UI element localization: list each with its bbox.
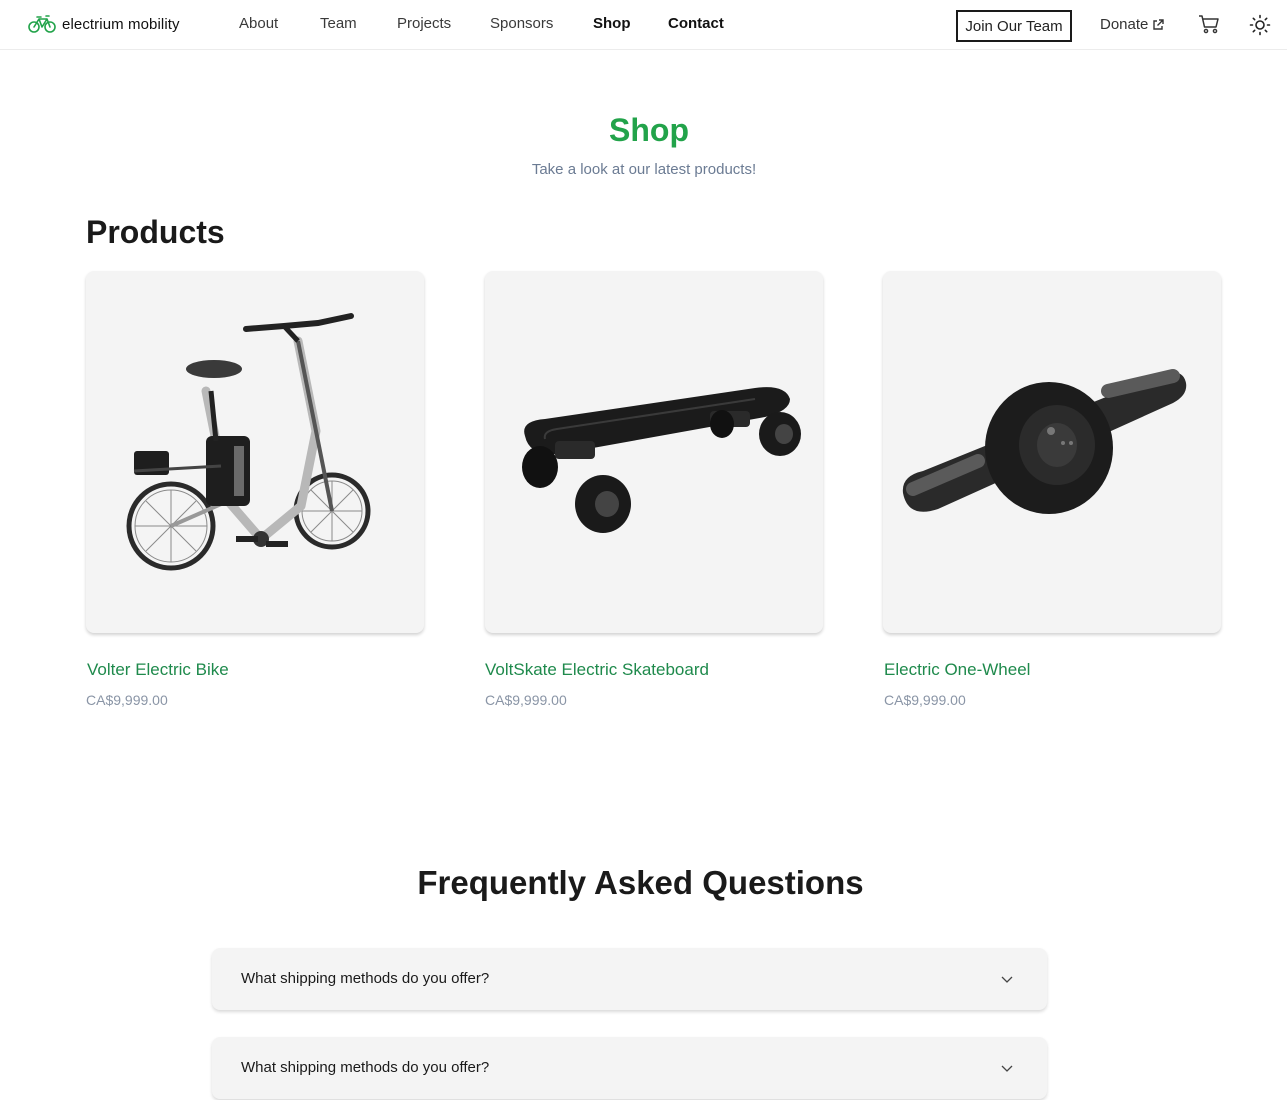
brand-logo-link[interactable]: electrium mobility [28, 12, 180, 36]
bike-logo-icon [28, 15, 56, 33]
page-subtitle: Take a look at our latest products! [531, 161, 757, 178]
product-card-bike[interactable] [86, 271, 424, 633]
external-link-icon [1153, 18, 1165, 30]
electric-one-wheel-image [902, 369, 1187, 514]
faq-question: What shipping methods do you offer? [241, 970, 490, 987]
product-price-onewheel: CA$9,999.00 [884, 692, 966, 708]
products-heading: Products [86, 214, 225, 250]
nav-about[interactable]: About [239, 15, 278, 32]
top-navbar: electrium mobility About Team Projects S… [0, 0, 1287, 50]
nav-sponsors[interactable]: Sponsors [490, 15, 553, 32]
nav-contact[interactable]: Contact [668, 15, 724, 32]
chevron-down-icon [1001, 1065, 1013, 1072]
join-our-team-button[interactable]: Join Our Team [956, 10, 1072, 42]
product-name-bike[interactable]: Volter Electric Bike [87, 660, 229, 680]
cart-icon[interactable] [1198, 13, 1220, 35]
product-card-onewheel[interactable] [883, 271, 1221, 633]
product-name-skateboard[interactable]: VoltSkate Electric Skateboard [485, 660, 709, 680]
electric-bike-image [126, 313, 371, 571]
nav-team[interactable]: Team [320, 15, 357, 32]
donate-link[interactable]: Donate [1100, 16, 1165, 33]
faq-item[interactable]: What shipping methods do you offer? [212, 948, 1047, 1010]
product-card-skateboard[interactable] [485, 271, 823, 633]
nav-shop[interactable]: Shop [593, 15, 631, 32]
donate-label: Donate [1100, 16, 1149, 33]
sun-icon[interactable] [1249, 14, 1271, 36]
product-name-onewheel[interactable]: Electric One-Wheel [884, 660, 1030, 680]
faq-question: What shipping methods do you offer? [241, 1059, 490, 1076]
page-title: Shop [609, 112, 689, 148]
nav-projects[interactable]: Projects [397, 15, 451, 32]
chevron-down-icon [1001, 976, 1013, 983]
electric-skateboard-image [522, 387, 801, 533]
product-price-skateboard: CA$9,999.00 [485, 692, 567, 708]
faq-heading: Frequently Asked Questions [417, 864, 864, 901]
brand-name: electrium mobility [62, 15, 180, 33]
product-price-bike: CA$9,999.00 [86, 692, 168, 708]
faq-item[interactable]: What shipping methods do you offer? [212, 1037, 1047, 1099]
